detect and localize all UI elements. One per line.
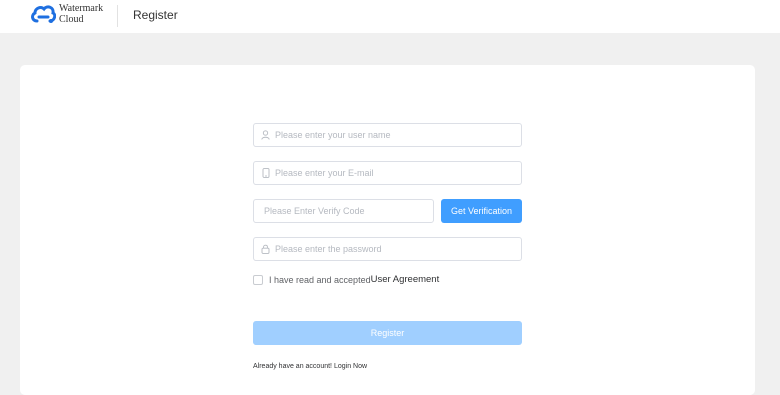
logo-text: Watermark Cloud [59,3,103,25]
login-prompt: Already have an account! Login Now [253,363,367,370]
login-prompt-text: Already have an account! [253,363,332,370]
agreement-text: I have read and accepted [269,274,371,285]
login-now-link[interactable]: Login Now [334,363,367,370]
username-input[interactable] [275,125,521,145]
top-bar: Watermark Cloud Register [0,0,780,33]
verify-code-field[interactable] [253,199,434,223]
email-input[interactable] [275,163,521,183]
lock-icon [260,244,271,255]
logo-line-1: Watermark [59,3,104,14]
verify-code-input[interactable] [262,205,433,217]
user-agreement-link[interactable]: User Agreement [371,274,440,285]
header-divider [117,5,118,27]
logo-line-2: Cloud [59,14,84,25]
register-card [20,65,755,395]
cloud-logo-icon [31,5,56,23]
register-button[interactable]: Register [253,321,522,345]
agreement-checkbox[interactable] [253,274,263,285]
password-field[interactable] [253,237,522,261]
logo[interactable]: Watermark Cloud [30,3,103,25]
user-icon [260,130,271,141]
phone-icon [260,168,271,179]
username-field[interactable] [253,123,522,147]
password-input[interactable] [275,239,521,259]
page-title: Register [133,8,178,22]
get-verification-button[interactable]: Get Verification [441,199,522,223]
agreement-row: I have read and accepted User Agreement [253,274,439,285]
email-field[interactable] [253,161,522,185]
